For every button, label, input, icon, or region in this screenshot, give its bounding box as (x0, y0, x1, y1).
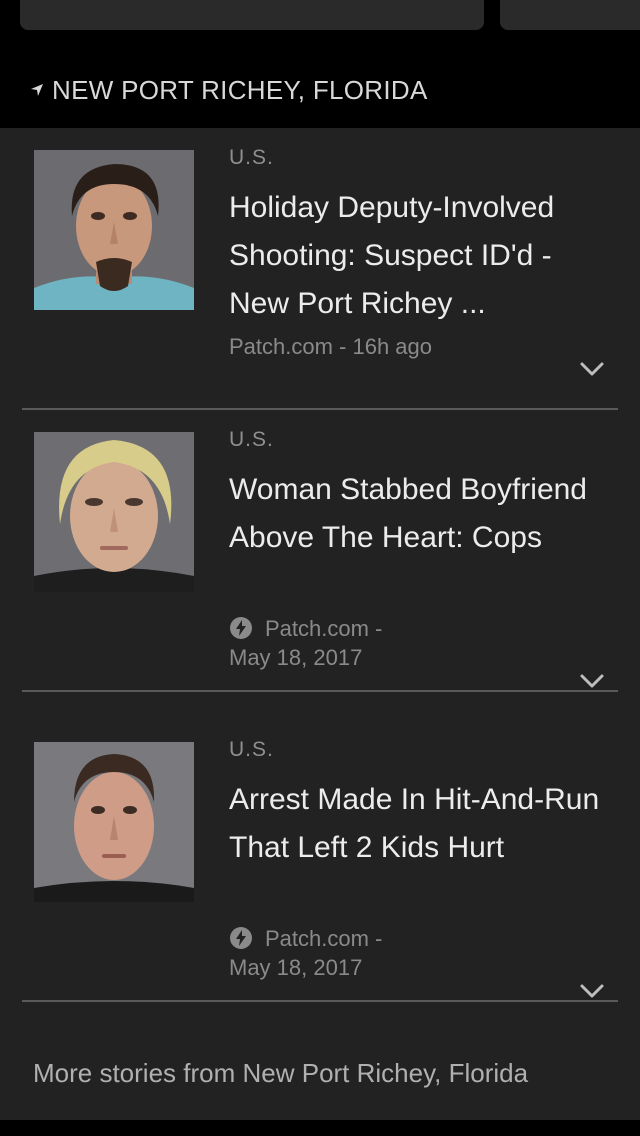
amp-lightning-icon (230, 617, 252, 639)
story-source: Patch.com - (265, 616, 383, 641)
section-header: NEW PORT RICHEY, FLORIDA (30, 74, 428, 106)
story-meta: Patch.com - May 18, 2017 (229, 614, 529, 672)
story-thumbnail[interactable] (34, 432, 194, 592)
story-card[interactable]: U.S. Arrest Made In Hit-And-Run That Lef… (22, 720, 618, 1002)
amp-lightning-icon (230, 927, 252, 949)
previous-card[interactable] (20, 0, 484, 30)
story-source: Patch.com - (265, 926, 383, 951)
story-card[interactable]: U.S. Woman Stabbed Boyfriend Above The H… (22, 410, 618, 692)
story-date: May 18, 2017 (229, 645, 363, 670)
more-stories-link[interactable]: More stories from New Port Richey, Flori… (33, 1058, 528, 1089)
chevron-down-icon[interactable] (578, 672, 606, 690)
previous-card-right[interactable] (500, 0, 640, 30)
story-source: Patch.com - 16h ago (229, 334, 433, 359)
story-thumbnail[interactable] (34, 150, 194, 310)
story-category: U.S. (229, 738, 274, 761)
story-headline[interactable]: Woman Stabbed Boyfriend Above The Heart:… (229, 466, 601, 562)
story-date: May 18, 2017 (229, 955, 363, 980)
chevron-down-icon[interactable] (578, 982, 606, 1000)
story-category: U.S. (229, 428, 274, 451)
chevron-down-icon[interactable] (578, 360, 606, 378)
story-category: U.S. (229, 146, 274, 169)
location-arrow-icon (31, 84, 43, 96)
story-thumbnail[interactable] (34, 742, 194, 902)
top-strip (0, 0, 640, 128)
story-card[interactable]: U.S. Holiday Deputy-Involved Shooting: S… (22, 128, 618, 410)
section-title: NEW PORT RICHEY, FLORIDA (52, 74, 428, 105)
news-panel: U.S. Holiday Deputy-Involved Shooting: S… (0, 128, 640, 1120)
story-headline[interactable]: Holiday Deputy-Involved Shooting: Suspec… (229, 184, 601, 328)
story-meta: Patch.com - May 18, 2017 (229, 924, 529, 982)
story-headline[interactable]: Arrest Made In Hit-And-Run That Left 2 K… (229, 776, 601, 872)
